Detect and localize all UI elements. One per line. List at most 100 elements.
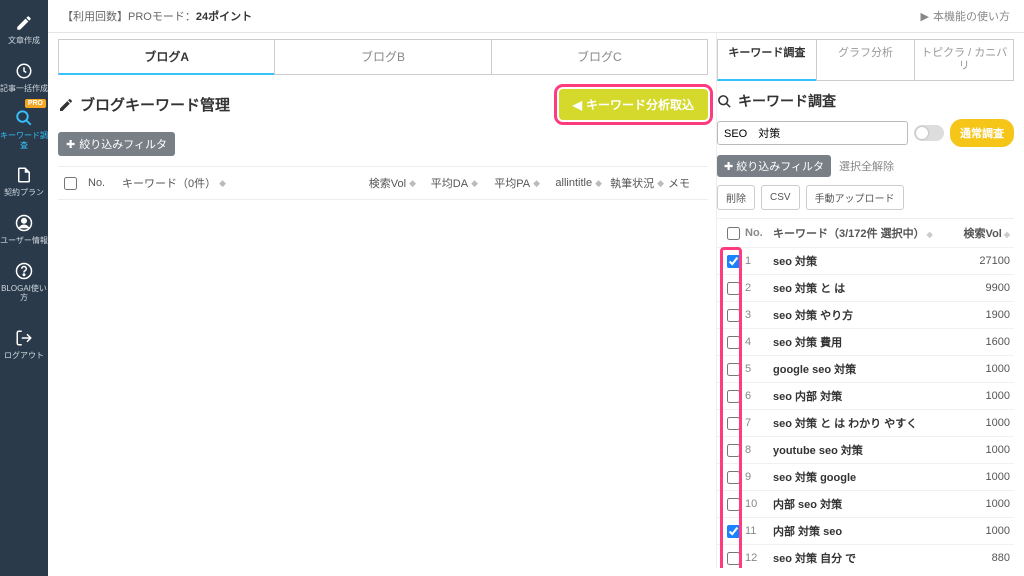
plus-icon: ✚: [724, 160, 733, 173]
row-checkbox[interactable]: [727, 498, 740, 511]
row-checkbox[interactable]: [727, 444, 740, 457]
sidebar-item-clock[interactable]: 記事一括作成: [0, 54, 48, 100]
row-checkbox[interactable]: [727, 255, 740, 268]
sidebar-item-logout[interactable]: ログアウト: [0, 321, 48, 367]
howto-link[interactable]: ▶ 本機能の使い方: [921, 8, 1010, 24]
col-no[interactable]: No.: [745, 227, 769, 239]
action-btn-2[interactable]: 手動アップロード: [806, 185, 904, 210]
clock-icon: [15, 62, 33, 80]
pencil-icon: [58, 97, 74, 113]
row-no: 9: [745, 471, 769, 483]
col-allintitle[interactable]: allintitle◆: [544, 177, 602, 189]
filter-chip[interactable]: ✚ 絞り込みフィルタ: [58, 132, 175, 156]
row-no: 10: [745, 498, 769, 510]
table-row[interactable]: 7seo 対策 と は わかり やすく1000: [717, 410, 1014, 437]
section-title: ブログキーワード管理: [80, 94, 230, 115]
row-no: 1: [745, 255, 769, 267]
row-keyword: seo 対策: [769, 253, 962, 269]
row-no: 2: [745, 282, 769, 294]
row-checkbox[interactable]: [727, 363, 740, 376]
table-row[interactable]: 2seo 対策 と は9900: [717, 275, 1014, 302]
row-checkbox[interactable]: [727, 417, 740, 430]
row-no: 6: [745, 390, 769, 402]
row-checkbox[interactable]: [727, 282, 740, 295]
table-row[interactable]: 8youtube seo 対策1000: [717, 437, 1014, 464]
row-keyword: seo 対策 と は: [769, 280, 962, 296]
col-keyword[interactable]: キーワード（3/172件 選択中）◆: [769, 225, 962, 241]
col-status[interactable]: 執筆状況◆: [606, 175, 664, 191]
import-button[interactable]: ◀ キーワード分析取込: [559, 89, 708, 120]
sidebar-item-label: キーワード調査: [0, 131, 48, 150]
keyword-search-input[interactable]: [717, 121, 908, 145]
sidebar-item-pencil[interactable]: 文章作成: [0, 6, 48, 52]
blog-tab-1[interactable]: ブログB: [274, 39, 490, 75]
col-no[interactable]: No.: [88, 177, 118, 189]
user-icon: [15, 214, 33, 232]
table-row[interactable]: 10内部 seo 対策1000: [717, 491, 1014, 518]
plus-icon: ✚: [66, 138, 75, 151]
row-vol: 9900: [962, 282, 1010, 294]
play-icon: ▶: [921, 10, 929, 23]
select-all-right-checkbox[interactable]: [727, 227, 740, 240]
deselect-all-link[interactable]: 選択全解除: [839, 158, 894, 174]
row-no: 7: [745, 417, 769, 429]
table-row[interactable]: 6seo 内部 対策1000: [717, 383, 1014, 410]
sort-icon: ◆: [219, 178, 226, 189]
table-row[interactable]: 4seo 対策 費用1600: [717, 329, 1014, 356]
row-vol: 1600: [962, 336, 1010, 348]
row-vol: 1000: [962, 498, 1010, 510]
action-btn-0[interactable]: 削除: [717, 185, 755, 210]
search-icon: [15, 109, 33, 127]
row-checkbox[interactable]: [727, 309, 740, 322]
col-keyword[interactable]: キーワード（0件）◆: [122, 175, 354, 191]
right-tabs: キーワード調査グラフ分析トピクラ / カニバリ: [717, 39, 1014, 81]
action-btn-1[interactable]: CSV: [761, 185, 800, 210]
right-tab-2[interactable]: トピクラ / カニバリ: [914, 39, 1014, 81]
row-checkbox[interactable]: [727, 390, 740, 403]
pencil-icon: [15, 14, 33, 32]
row-keyword: seo 対策 費用: [769, 334, 962, 350]
topbar: 【利用回数】PROモード：24ポイント ▶ 本機能の使い方: [48, 0, 1024, 33]
right-filter-chip[interactable]: ✚ 絞り込みフィルタ: [717, 155, 831, 177]
row-checkbox[interactable]: [727, 552, 740, 565]
logout-icon: [15, 329, 33, 347]
col-da[interactable]: 平均DA◆: [420, 175, 478, 191]
right-table: No. キーワード（3/172件 選択中）◆ 検索Vol◆ 1seo 対策271…: [717, 218, 1014, 568]
table-row[interactable]: 5google seo 対策1000: [717, 356, 1014, 383]
col-memo[interactable]: メモ: [668, 175, 702, 191]
table-row[interactable]: 12seo 対策 自分 で880: [717, 545, 1014, 568]
select-all-checkbox[interactable]: [64, 177, 77, 190]
row-checkbox[interactable]: [727, 525, 740, 538]
row-vol: 1000: [962, 444, 1010, 456]
row-keyword: seo 対策 と は わかり やすく: [769, 415, 962, 431]
right-tab-1[interactable]: グラフ分析: [816, 39, 915, 81]
sidebar-item-search[interactable]: PROキーワード調査: [0, 101, 48, 156]
row-no: 5: [745, 363, 769, 375]
help-icon: [15, 262, 33, 280]
row-vol: 1000: [962, 471, 1010, 483]
row-vol: 1900: [962, 309, 1010, 321]
sidebar-item-user[interactable]: ユーザー情報: [0, 206, 48, 252]
search-icon: [717, 94, 732, 109]
mode-toggle[interactable]: [914, 125, 944, 141]
right-tab-0[interactable]: キーワード調査: [717, 39, 816, 81]
row-checkbox[interactable]: [727, 471, 740, 484]
blog-tab-0[interactable]: ブログA: [58, 39, 274, 75]
blog-tabs: ブログAブログBブログC: [58, 39, 708, 75]
sidebar-item-help[interactable]: BLOGAI使い方: [0, 254, 48, 309]
row-keyword: google seo 対策: [769, 361, 962, 377]
col-vol[interactable]: 検索Vol◆: [358, 175, 416, 191]
col-pa[interactable]: 平均PA◆: [482, 175, 540, 191]
left-table-header: No. キーワード（0件）◆ 検索Vol◆ 平均DA◆ 平均PA◆ allint…: [58, 166, 708, 200]
table-row[interactable]: 11内部 対策 seo1000: [717, 518, 1014, 545]
row-no: 12: [745, 552, 769, 564]
col-vol[interactable]: 検索Vol◆: [962, 225, 1010, 241]
row-no: 11: [745, 525, 769, 537]
table-row[interactable]: 3seo 対策 やり方1900: [717, 302, 1014, 329]
blog-tab-2[interactable]: ブログC: [491, 39, 708, 75]
sidebar-item-doc[interactable]: 契約プラン: [0, 158, 48, 204]
table-row[interactable]: 9seo 対策 google1000: [717, 464, 1014, 491]
row-checkbox[interactable]: [727, 336, 740, 349]
search-button[interactable]: 通常調査: [950, 119, 1014, 147]
table-row[interactable]: 1seo 対策27100: [717, 248, 1014, 275]
